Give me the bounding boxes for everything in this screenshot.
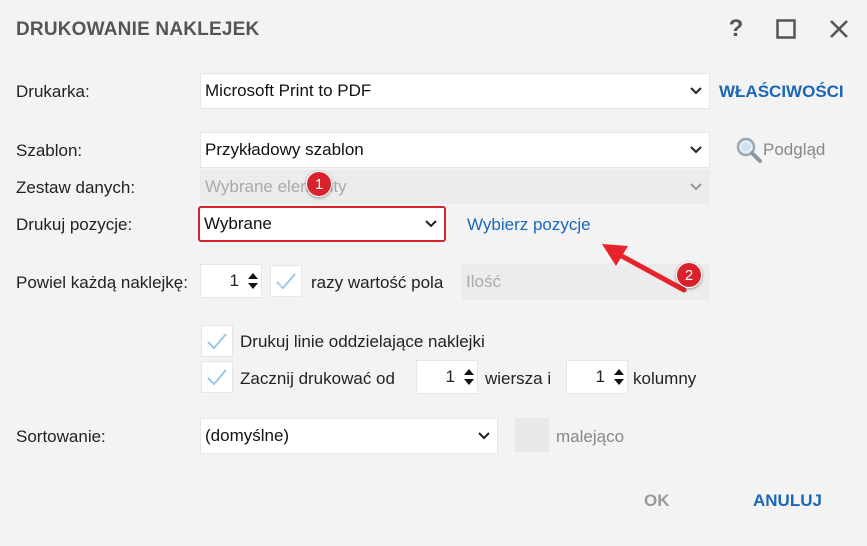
- magnifier-icon: [736, 137, 762, 163]
- duplicate-label: Powiel każdą naklejkę:: [16, 273, 188, 292]
- help-button[interactable]: ?: [721, 14, 751, 44]
- caret-up-icon[interactable]: [464, 369, 474, 375]
- chevron-down-icon: [683, 74, 709, 108]
- caret-up-icon[interactable]: [248, 273, 258, 279]
- cancel-button[interactable]: ANULUJ: [753, 491, 822, 511]
- properties-link[interactable]: WŁAŚCIWOŚCI: [719, 82, 844, 102]
- caret-up-icon[interactable]: [614, 369, 624, 375]
- template-value: Przykładowy szablon: [205, 140, 364, 159]
- title-bar: DRUKOWANIE NAKLEJEK ?: [0, 0, 867, 58]
- stepper-arrows[interactable]: [245, 265, 261, 297]
- dataset-select: Wybrane elementy: [200, 170, 710, 204]
- preview-label: Podgląd: [763, 140, 826, 159]
- row-label: wiersza i: [485, 369, 552, 388]
- dialog-title: DRUKOWANIE NAKLEJEK: [16, 19, 260, 40]
- preview-button[interactable]: Podgląd: [735, 136, 825, 164]
- close-icon: [830, 20, 848, 38]
- start-row-value: 1: [445, 367, 455, 386]
- chevron-down-icon: [471, 419, 497, 453]
- field-multiplier-checkbox[interactable]: [270, 265, 302, 297]
- print-positions-select[interactable]: Wybrane: [198, 206, 446, 242]
- start-row-stepper[interactable]: 1: [416, 360, 478, 394]
- printer-value: Microsoft Print to PDF: [205, 81, 372, 100]
- descending-checkbox[interactable]: [515, 418, 549, 452]
- chevron-down-icon: [683, 133, 709, 167]
- caret-down-icon[interactable]: [464, 379, 474, 385]
- dataset-label: Zestaw danych:: [16, 178, 136, 197]
- checkmark-icon: [276, 273, 296, 290]
- ok-button[interactable]: OK: [644, 491, 670, 511]
- start-print-label: Zacznij drukować od: [240, 369, 395, 388]
- close-button[interactable]: [824, 14, 854, 44]
- chevron-down-icon: [683, 171, 709, 203]
- times-field-label: razy wartość pola: [311, 273, 444, 292]
- printer-select[interactable]: Microsoft Print to PDF: [200, 73, 710, 109]
- sorting-value: (domyślne): [205, 426, 290, 445]
- annotation-marker-1: 1: [306, 171, 332, 197]
- caret-down-icon[interactable]: [614, 379, 624, 385]
- template-label: Szablon:: [16, 141, 83, 160]
- start-column-stepper[interactable]: 1: [566, 360, 628, 394]
- start-column-value: 1: [595, 367, 605, 386]
- maximize-icon: [776, 19, 796, 39]
- stepper-arrows[interactable]: [461, 361, 477, 393]
- caret-down-icon[interactable]: [248, 283, 258, 289]
- annotation-marker-2: 2: [676, 262, 702, 288]
- choose-positions-link[interactable]: Wybierz pozycje: [467, 215, 591, 235]
- maximize-button[interactable]: [771, 14, 801, 44]
- chevron-down-icon: [418, 208, 444, 240]
- duplicate-count-value: 1: [229, 271, 239, 290]
- duplicate-count-stepper[interactable]: 1: [200, 264, 262, 298]
- printer-label: Drukarka:: [16, 82, 90, 101]
- stepper-arrows[interactable]: [611, 361, 627, 393]
- print-positions-label: Drukuj pozycje:: [16, 215, 133, 234]
- sorting-label: Sortowanie:: [16, 427, 106, 446]
- print-positions-value: Wybrane: [204, 214, 272, 233]
- column-label: kolumny: [633, 369, 697, 388]
- dataset-value: Wybrane elementy: [205, 177, 347, 196]
- checkmark-icon: [207, 369, 227, 386]
- separator-lines-label: Drukuj linie oddzielające naklejki: [240, 332, 485, 351]
- checkmark-icon: [207, 333, 227, 350]
- sorting-select[interactable]: (domyślne): [200, 418, 498, 454]
- descending-label: malejąco: [556, 427, 625, 446]
- template-select[interactable]: Przykładowy szablon: [200, 132, 710, 168]
- start-print-checkbox[interactable]: [201, 361, 233, 393]
- separator-lines-checkbox[interactable]: [201, 325, 233, 357]
